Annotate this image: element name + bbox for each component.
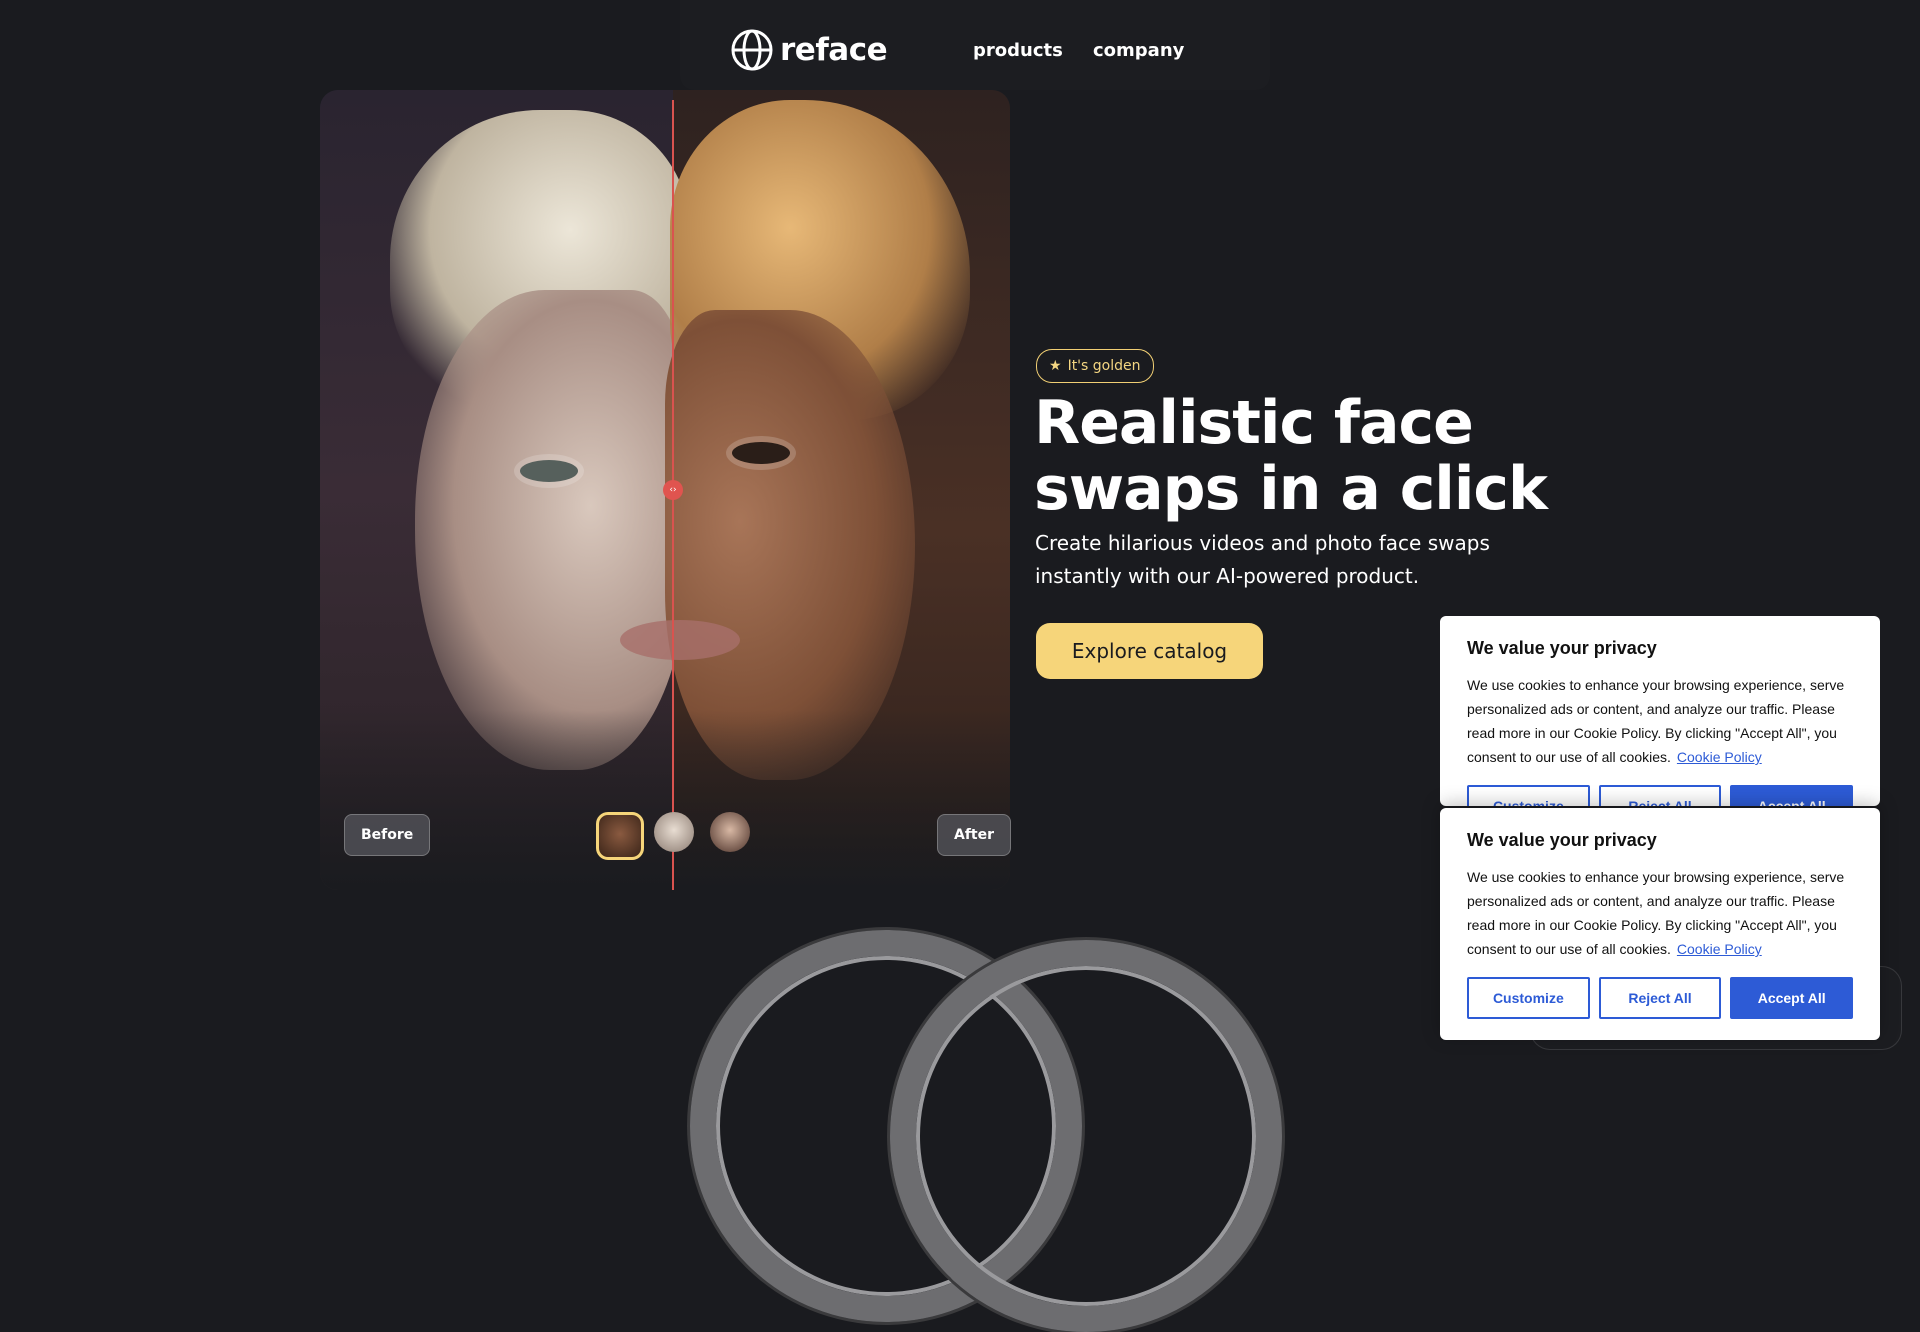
face-thumbnail-3[interactable]	[710, 812, 750, 852]
badge-label: It's golden	[1067, 358, 1141, 374]
customize-button[interactable]: Customize	[1467, 977, 1590, 1019]
ring-logo-right	[890, 940, 1282, 1332]
explore-catalog-button[interactable]: Explore catalog	[1036, 623, 1263, 679]
brand-logo[interactable]: reface	[730, 28, 888, 72]
face-thumbnail-1[interactable]	[596, 812, 644, 860]
after-button[interactable]: After	[937, 814, 1012, 856]
cookie-buttons: Customize Reject All Accept All	[1467, 785, 1854, 806]
face-before	[415, 290, 685, 770]
hero-subtext: Create hilarious videos and photo face s…	[1035, 531, 1490, 588]
reject-all-button[interactable]: Reject All	[1598, 785, 1722, 806]
accept-all-button[interactable]: Accept All	[1730, 785, 1854, 806]
customize-button[interactable]: Customize	[1467, 785, 1590, 806]
nav-link-company[interactable]: company	[1093, 40, 1184, 61]
golden-badge: ★ It's golden	[1036, 349, 1154, 383]
photo-fade	[320, 710, 1010, 890]
accept-all-button[interactable]: Accept All	[1730, 977, 1854, 1019]
eye-after	[732, 442, 790, 464]
before-button[interactable]: Before	[344, 814, 431, 856]
nav-link-products[interactable]: products	[973, 40, 1063, 61]
cookie-dialog: We value your privacy We use cookies to …	[1440, 808, 1880, 1040]
star-icon: ★	[1049, 358, 1062, 374]
cookie-dialog-back: We value your privacy We use cookies to …	[1440, 616, 1880, 806]
brand-name: reface	[780, 32, 888, 68]
face-thumbnail-2[interactable]	[654, 812, 694, 852]
cookie-policy-link[interactable]: Cookie Policy	[1677, 941, 1762, 957]
lips	[620, 620, 740, 660]
cookie-title: We value your privacy	[1467, 830, 1657, 850]
cookie-body: We use cookies to enhance your browsing …	[1467, 869, 1845, 957]
code-arrows-icon[interactable]: ‹›	[663, 480, 683, 500]
cookie-buttons: Customize Reject All Accept All	[1467, 977, 1854, 1019]
cookie-policy-link[interactable]: Cookie Policy	[1677, 749, 1762, 765]
hero-headline: Realistic face swaps in a click	[1034, 388, 1548, 524]
cookie-text: We use cookies to enhance your browsing …	[1467, 865, 1853, 961]
cookie-text: We use cookies to enhance your browsing …	[1467, 673, 1853, 769]
cookie-title: We value your privacy	[1467, 638, 1657, 658]
eye-before	[520, 460, 578, 482]
cookie-body: We use cookies to enhance your browsing …	[1467, 677, 1845, 765]
reject-all-button[interactable]: Reject All	[1598, 977, 1722, 1019]
globe-logo-icon	[731, 29, 773, 71]
